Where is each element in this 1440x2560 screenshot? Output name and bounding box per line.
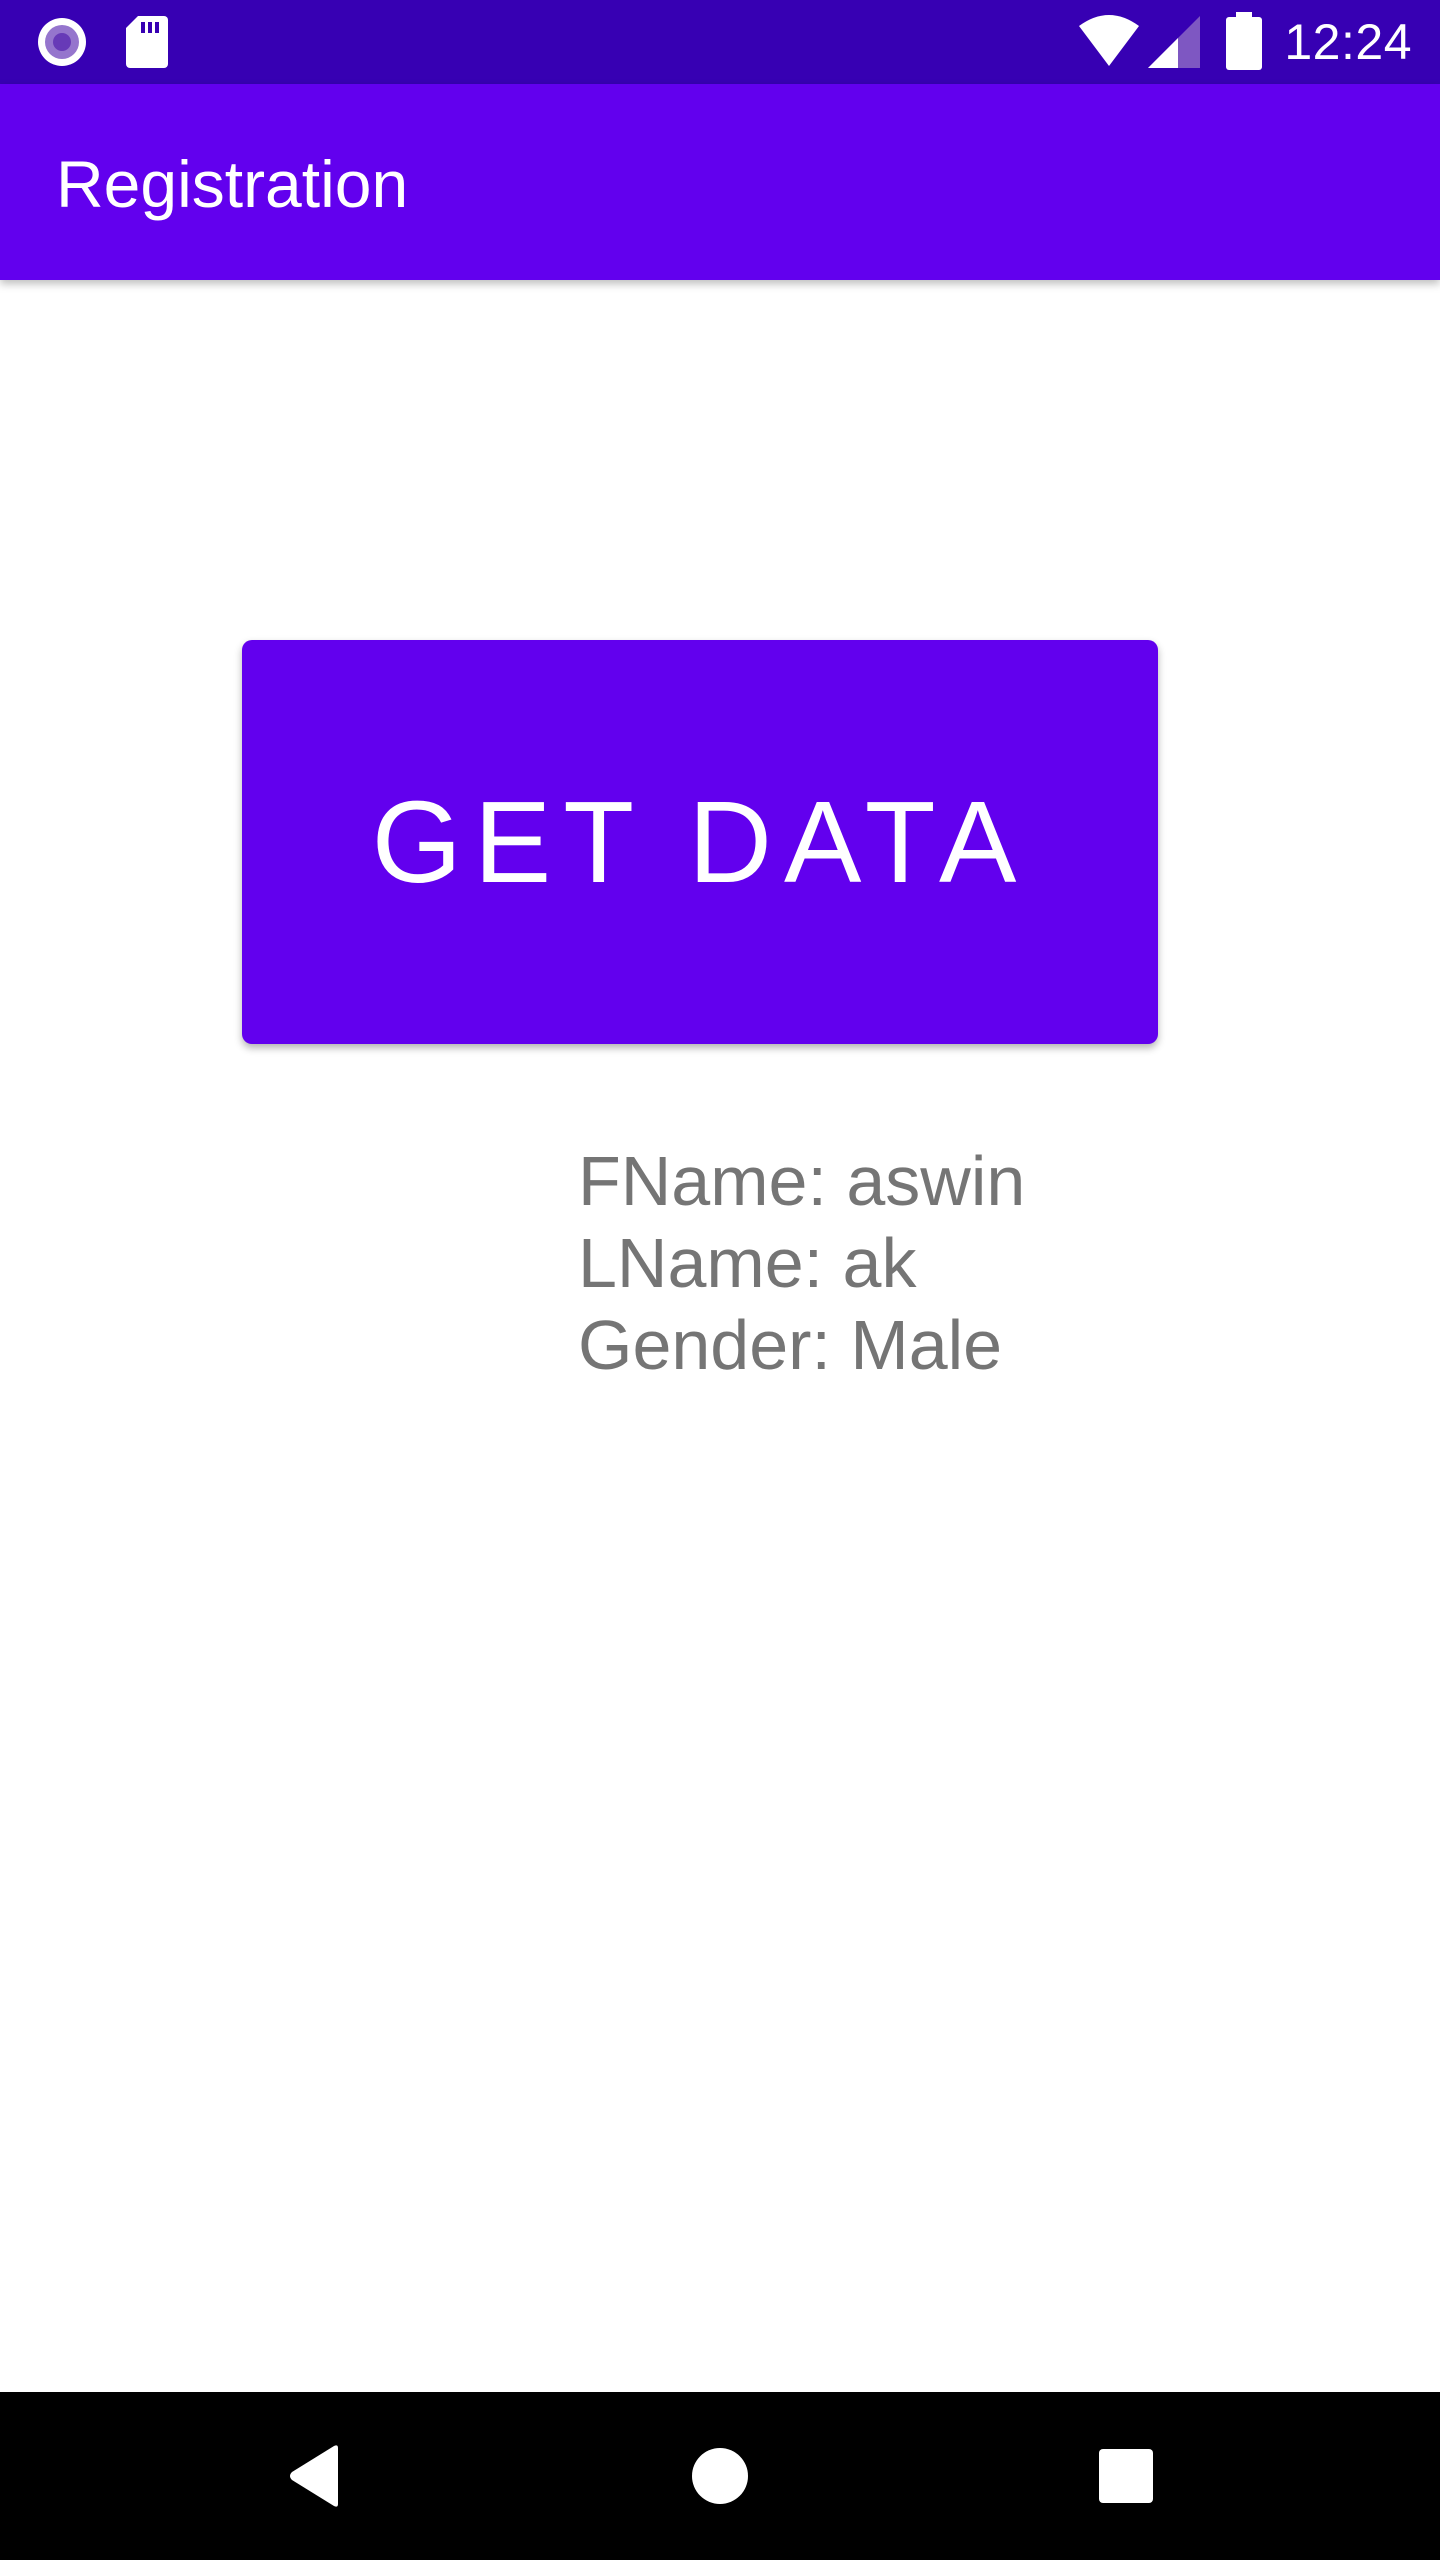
app-title: Registration [56,147,409,221]
cell-signal-icon [1148,14,1200,70]
gender-text: Gender: Male [578,1306,1003,1384]
fname-text: FName: aswin [578,1142,1026,1220]
get-data-label: GET DATA [371,777,1029,907]
navigation-bar [0,2392,1440,2560]
home-icon[interactable] [636,2392,804,2560]
result-text: FName: aswin LName: ak Gender: Male [578,1140,1025,1386]
status-time: 12:24 [1284,14,1412,70]
record-icon [34,14,90,70]
lname-text: LName: ak [578,1224,917,1302]
app-bar: Registration [0,84,1440,280]
status-bar: 12:24 [0,0,1440,84]
battery-icon [1226,12,1262,70]
get-data-button[interactable]: GET DATA [242,640,1158,1044]
recents-icon[interactable] [1042,2392,1210,2560]
screen: 12:24 Registration GET DATA FName: aswin… [0,0,1440,2560]
sd-card-icon [124,14,180,70]
back-icon[interactable] [232,2392,400,2560]
wifi-icon [1078,14,1140,70]
